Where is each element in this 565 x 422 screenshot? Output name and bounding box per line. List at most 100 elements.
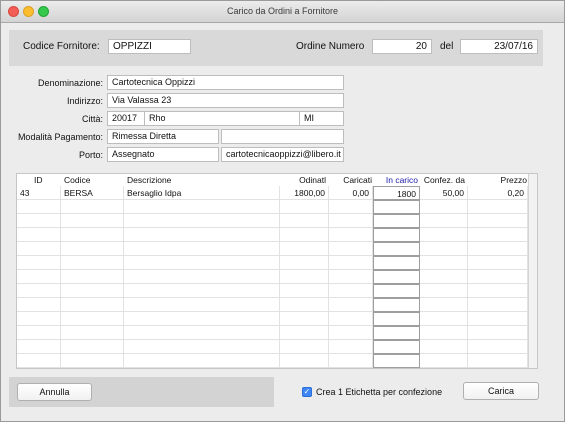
address-label: Indirizzo: bbox=[66, 96, 103, 106]
create-label-checkbox[interactable]: ✓ bbox=[302, 387, 312, 397]
cell-id bbox=[17, 298, 61, 312]
cell-price bbox=[468, 214, 528, 228]
cell-to-load[interactable]: 1800 bbox=[373, 186, 420, 200]
zip-field[interactable]: 20017 bbox=[107, 111, 145, 126]
cell-code bbox=[61, 242, 124, 256]
cell-pack-size: 50,00 bbox=[420, 186, 468, 200]
empty-table-row[interactable] bbox=[17, 326, 529, 340]
cell-ordered bbox=[280, 312, 329, 326]
cell-loaded bbox=[329, 200, 373, 214]
load-button[interactable]: Carica bbox=[463, 382, 539, 400]
cell-description bbox=[124, 326, 280, 340]
empty-table-row[interactable] bbox=[17, 354, 529, 368]
table-scrollbar[interactable] bbox=[528, 174, 537, 368]
cell-description bbox=[124, 298, 280, 312]
cell-ordered bbox=[280, 284, 329, 298]
cell-loaded bbox=[329, 270, 373, 284]
cell-price bbox=[468, 326, 528, 340]
cell-to-load[interactable] bbox=[373, 326, 420, 340]
cell-price bbox=[468, 270, 528, 284]
empty-table-row[interactable] bbox=[17, 228, 529, 242]
cell-loaded bbox=[329, 312, 373, 326]
cell-pack-size bbox=[420, 326, 468, 340]
cell-code bbox=[61, 256, 124, 270]
column-header-code: Codice bbox=[64, 175, 91, 185]
cell-to-load[interactable] bbox=[373, 242, 420, 256]
cell-to-load[interactable] bbox=[373, 214, 420, 228]
window-title: Carico da Ordini a Fornitore bbox=[226, 6, 339, 16]
table-row[interactable]: 43 BERSA Bersaglio Idpa 1800,00 0,00 1800 50,0… bbox=[17, 186, 529, 200]
cell-code bbox=[61, 298, 124, 312]
empty-table-row[interactable] bbox=[17, 200, 529, 214]
cell-to-load[interactable] bbox=[373, 312, 420, 326]
cell-ordered bbox=[280, 214, 329, 228]
cell-description bbox=[124, 228, 280, 242]
cell-ordered: 1800,00 bbox=[280, 186, 329, 200]
cell-price bbox=[468, 242, 528, 256]
cell-to-load[interactable] bbox=[373, 340, 420, 354]
order-header-panel: Codice Fornitore: OPPIZZI Ordine Numero … bbox=[9, 30, 543, 66]
cell-price bbox=[468, 354, 528, 368]
column-header-loaded: Caricati bbox=[343, 175, 372, 185]
payment-field[interactable]: Rimessa Diretta bbox=[107, 129, 219, 144]
address-field[interactable]: Via Valassa 23 bbox=[107, 93, 344, 108]
cell-pack-size bbox=[420, 270, 468, 284]
payment-extra-field[interactable] bbox=[221, 129, 344, 144]
cell-code bbox=[61, 200, 124, 214]
empty-table-row[interactable] bbox=[17, 214, 529, 228]
cell-description bbox=[124, 214, 280, 228]
cell-to-load[interactable] bbox=[373, 200, 420, 214]
cell-ordered bbox=[280, 242, 329, 256]
cell-loaded bbox=[329, 354, 373, 368]
column-header-id: ID bbox=[34, 175, 43, 185]
cell-code bbox=[61, 284, 124, 298]
empty-table-row[interactable] bbox=[17, 242, 529, 256]
cell-id bbox=[17, 312, 61, 326]
empty-table-row[interactable] bbox=[17, 256, 529, 270]
cell-to-load[interactable] bbox=[373, 256, 420, 270]
cell-pack-size bbox=[420, 354, 468, 368]
cell-ordered bbox=[280, 256, 329, 270]
cell-to-load[interactable] bbox=[373, 354, 420, 368]
order-number-field[interactable]: 20 bbox=[372, 39, 432, 54]
empty-table-row[interactable] bbox=[17, 298, 529, 312]
name-label: Denominazione: bbox=[37, 78, 103, 88]
cell-id bbox=[17, 256, 61, 270]
email-field[interactable]: cartotecnicaoppizzi@libero.it bbox=[221, 147, 344, 162]
cell-id bbox=[17, 214, 61, 228]
port-field[interactable]: Assegnato bbox=[107, 147, 219, 162]
cell-loaded bbox=[329, 256, 373, 270]
empty-table-row[interactable] bbox=[17, 312, 529, 326]
date-field[interactable]: 23/07/16 bbox=[460, 39, 538, 54]
cell-pack-size bbox=[420, 242, 468, 256]
empty-table-row[interactable] bbox=[17, 340, 529, 354]
cell-to-load[interactable] bbox=[373, 228, 420, 242]
column-header-pack-size: Confez. da bbox=[423, 175, 465, 185]
cell-pack-size bbox=[420, 200, 468, 214]
province-field[interactable]: MI bbox=[299, 111, 344, 126]
cell-price bbox=[468, 256, 528, 270]
name-field[interactable]: Cartotecnica Oppizzi bbox=[107, 75, 344, 90]
cell-to-load[interactable] bbox=[373, 298, 420, 312]
cell-description bbox=[124, 284, 280, 298]
cell-to-load[interactable] bbox=[373, 284, 420, 298]
column-header-description: Descrizione bbox=[127, 175, 172, 185]
empty-table-row[interactable] bbox=[17, 284, 529, 298]
empty-table-row[interactable] bbox=[17, 270, 529, 284]
supplier-code-field[interactable]: OPPIZZI bbox=[108, 39, 191, 54]
cell-code bbox=[61, 270, 124, 284]
column-header-to-load: In carico bbox=[385, 175, 418, 185]
cancel-button[interactable]: Annulla bbox=[17, 383, 92, 401]
cell-description bbox=[124, 354, 280, 368]
cell-id bbox=[17, 340, 61, 354]
column-header-ordered: Odinatl bbox=[299, 175, 326, 185]
cell-code bbox=[61, 326, 124, 340]
cell-description bbox=[124, 340, 280, 354]
cell-id bbox=[17, 200, 61, 214]
cell-code bbox=[61, 340, 124, 354]
cell-pack-size bbox=[420, 298, 468, 312]
cell-id bbox=[17, 242, 61, 256]
cell-pack-size bbox=[420, 284, 468, 298]
cell-to-load[interactable] bbox=[373, 270, 420, 284]
city-field[interactable]: Rho bbox=[144, 111, 300, 126]
